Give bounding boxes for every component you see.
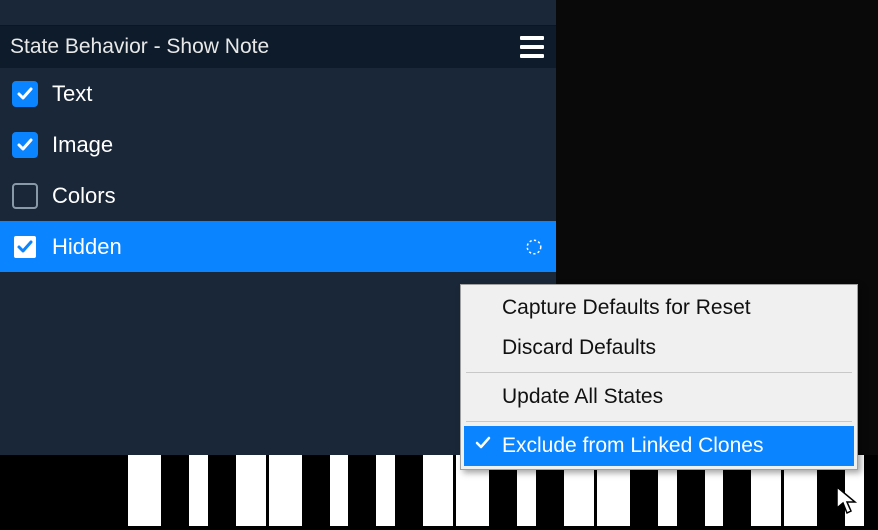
panel-top-spacer [0, 0, 556, 26]
option-row-text[interactable]: Text [0, 68, 556, 119]
menu-item[interactable]: Update All States [464, 377, 854, 417]
check-icon [474, 434, 492, 458]
option-row-hidden[interactable]: Hidden [0, 221, 556, 272]
black-key[interactable] [395, 455, 423, 530]
option-label: Image [52, 132, 113, 158]
black-key[interactable] [348, 455, 376, 530]
checkbox-hidden[interactable] [12, 234, 38, 260]
panel-header: State Behavior - Show Note [0, 26, 556, 68]
black-key[interactable] [302, 455, 330, 530]
checkbox-image[interactable] [12, 132, 38, 158]
menu-item[interactable]: Capture Defaults for Reset [464, 288, 854, 328]
option-label: Hidden [52, 234, 122, 260]
hamburger-menu-icon[interactable] [520, 36, 544, 58]
panel-title: State Behavior - Show Note [10, 35, 269, 59]
option-row-image[interactable]: Image [0, 119, 556, 170]
menu-item-label: Capture Defaults for Reset [502, 296, 751, 320]
linked-clone-icon[interactable] [524, 237, 544, 257]
menu-separator [466, 421, 852, 422]
checkbox-text[interactable] [12, 81, 38, 107]
menu-separator [466, 372, 852, 373]
black-key[interactable] [864, 455, 878, 530]
menu-item[interactable]: Discard Defaults [464, 328, 854, 368]
piano-left-edge [0, 455, 128, 530]
menu-item-label: Exclude from Linked Clones [502, 434, 763, 458]
menu-item[interactable]: Exclude from Linked Clones [464, 426, 854, 466]
option-row-colors[interactable]: Colors [0, 170, 556, 221]
option-label: Text [52, 81, 92, 107]
black-key[interactable] [208, 455, 236, 530]
black-key[interactable] [161, 455, 189, 530]
menu-item-label: Update All States [502, 385, 663, 409]
options-list: Text Image Colors Hidden [0, 68, 556, 272]
context-menu[interactable]: Capture Defaults for Reset Discard Defaul… [460, 284, 858, 470]
option-label: Colors [52, 183, 116, 209]
checkbox-colors[interactable] [12, 183, 38, 209]
menu-item-label: Discard Defaults [502, 336, 656, 360]
